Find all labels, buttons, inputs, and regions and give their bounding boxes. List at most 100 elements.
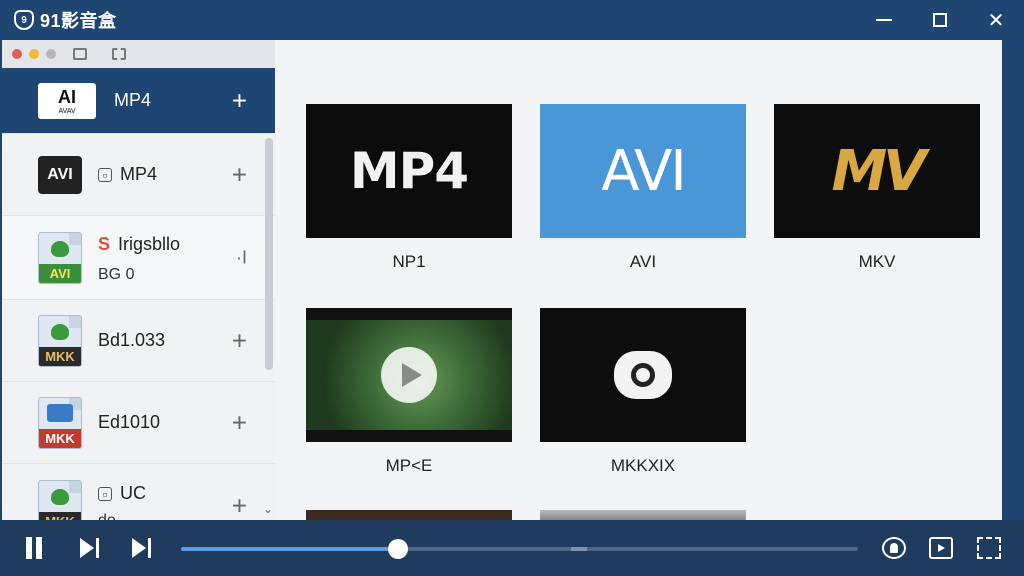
add-button[interactable]: ·I xyxy=(236,247,247,268)
play-triangle xyxy=(401,363,422,387)
sidebar-scrollbar[interactable] xyxy=(265,138,273,370)
user-icon[interactable] xyxy=(882,537,906,559)
pattern-icon[interactable] xyxy=(112,48,126,60)
file-type-tag: MKK xyxy=(39,346,81,366)
minimize-button[interactable] xyxy=(856,0,912,40)
sidebar-item-label: ▫ MP4 xyxy=(98,164,157,185)
media-grid: MP4 NP1 AVI AVI MV MKV MP<E MKKXIX xyxy=(275,40,1002,520)
sidebar-item-label: MP4 xyxy=(114,90,152,110)
sidebar-item-avi-doc[interactable]: AVI S Irigsbllo BG 0 ·I xyxy=(2,216,275,300)
progress-knob[interactable] xyxy=(387,539,408,559)
clip-icon: ▫ xyxy=(98,486,112,502)
ai-icon-text: AI xyxy=(58,86,76,107)
add-button[interactable]: + xyxy=(232,85,247,116)
player-bar xyxy=(0,520,1024,576)
ai-file-icon: AI AVAV xyxy=(38,82,96,119)
media-card-mp4[interactable]: MP4 NP1 xyxy=(306,104,512,272)
avi-file-icon: AVI xyxy=(38,155,82,194)
yellow-dot-icon[interactable] xyxy=(29,49,39,59)
progress-slider[interactable] xyxy=(181,539,858,559)
screen-cast-icon[interactable] xyxy=(929,537,953,559)
sidebar-item-sublabel: BG 0 xyxy=(98,266,135,283)
app-logo-icon: 9 xyxy=(14,10,34,30)
sidebar-item-label-text: Irigsbllo xyxy=(118,234,181,254)
title-bar: 9 91影音盒 ✕ xyxy=(0,0,1024,40)
sidebar-item-label: Ed1010 xyxy=(98,412,161,432)
mkk-document-icon: MKK xyxy=(38,314,82,367)
sidebar-item-mkk-1[interactable]: MKK Bd1.033 + xyxy=(2,300,275,382)
thumbnail[interactable] xyxy=(540,308,746,442)
sidebar: AI AVAV MP4 + AVI ▫ MP4 + AVI S Irigsbllo … xyxy=(2,40,275,520)
scroll-down-icon[interactable]: ⌄ xyxy=(263,502,273,516)
media-card-peek[interactable] xyxy=(306,510,512,520)
add-button[interactable]: + xyxy=(232,490,247,520)
page-fold xyxy=(69,315,81,328)
maximize-button[interactable] xyxy=(912,0,968,40)
file-type-tag: MKK xyxy=(39,428,81,448)
sidebar-item-label: ▫ UC xyxy=(98,483,146,504)
gray-dot-icon[interactable] xyxy=(46,49,56,59)
maximize-icon xyxy=(933,13,947,27)
media-card-disc[interactable]: MKKXIX xyxy=(540,308,746,476)
thumbnail[interactable]: MP4 xyxy=(306,104,512,238)
card-caption: AVI xyxy=(629,252,657,271)
media-card-avi[interactable]: AVI AVI xyxy=(540,104,746,272)
page-fold xyxy=(69,480,81,493)
sidebar-item-sublabel: do xyxy=(98,512,116,520)
mkk-document-icon: MKK xyxy=(38,479,82,520)
sidebar-item-mkk-2[interactable]: MKK Ed1010 + xyxy=(2,382,275,464)
next-icon-bar xyxy=(96,538,99,558)
page-fold xyxy=(69,232,81,245)
pause-button[interactable] xyxy=(26,520,42,576)
progress-fill xyxy=(181,547,398,551)
window-controls: ✕ xyxy=(856,0,1024,40)
disc-center xyxy=(631,363,655,387)
media-card-mkv[interactable]: MV MKV xyxy=(774,104,980,272)
play-icon[interactable] xyxy=(381,347,437,403)
add-button[interactable]: + xyxy=(232,325,247,356)
add-button[interactable]: + xyxy=(232,407,247,438)
image-icon xyxy=(47,403,73,422)
app-title: 91影音盒 xyxy=(40,11,117,31)
next-button[interactable] xyxy=(80,520,99,576)
ai-icon-subtext: AVAV xyxy=(58,107,76,115)
leaf-icon xyxy=(51,323,69,340)
leaf-icon xyxy=(51,240,69,257)
card-caption: MP<E xyxy=(385,456,433,475)
progress-marker xyxy=(571,547,587,551)
skip-button[interactable] xyxy=(132,520,151,576)
swirl-icon: S xyxy=(98,234,111,254)
sidebar-toolbar xyxy=(2,40,275,68)
sidebar-item-avi[interactable]: AVI ▫ MP4 + xyxy=(2,134,275,216)
sidebar-item-label-text: UC xyxy=(120,483,146,503)
card-caption: MKKXIX xyxy=(610,456,676,475)
sidebar-item-mp4-active[interactable]: AI AVAV MP4 + xyxy=(2,68,275,134)
clip-icon: ▫ xyxy=(98,167,112,183)
red-dot-icon[interactable] xyxy=(12,49,22,59)
leaf-icon xyxy=(51,488,69,505)
disc-icon xyxy=(614,351,672,399)
close-button[interactable]: ✕ xyxy=(968,0,1024,40)
file-type-tag: MKK xyxy=(39,511,81,520)
card-caption: MKV xyxy=(858,252,896,271)
card-caption: NP1 xyxy=(392,252,426,271)
pause-icon-bar xyxy=(26,537,32,559)
add-button[interactable]: + xyxy=(232,159,247,190)
thumbnail[interactable]: AVI xyxy=(540,104,746,238)
sidebar-item-mkk-3[interactable]: MKK ▫ UC do + xyxy=(2,464,275,520)
avi-document-icon: AVI xyxy=(38,231,82,284)
next-icon xyxy=(80,538,94,558)
fullscreen-icon[interactable] xyxy=(977,537,1001,559)
skip-icon xyxy=(132,538,146,558)
media-card-video[interactable]: MP<E xyxy=(306,308,512,476)
video-thumbnail[interactable] xyxy=(306,308,512,442)
sidebar-item-label: Bd1.033 xyxy=(98,330,166,350)
thumbnail[interactable]: MV xyxy=(774,104,980,238)
media-card-peek[interactable] xyxy=(540,510,746,520)
minimize-icon xyxy=(876,19,892,21)
grid-icon[interactable] xyxy=(73,48,87,60)
file-type-tag: AVI xyxy=(39,263,81,283)
mkk-document-icon: MKK xyxy=(38,396,82,449)
sidebar-item-label-text: MP4 xyxy=(120,164,158,184)
sidebar-item-label: S Irigsbllo xyxy=(98,234,180,255)
